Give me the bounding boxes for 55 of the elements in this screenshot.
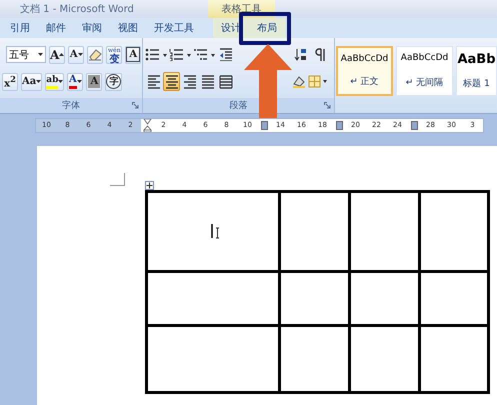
caret-icon	[78, 53, 83, 56]
column-marker-icon[interactable]	[410, 120, 418, 130]
toolbar-button[interactable]: ab	[45, 72, 64, 90]
window-title: 文档 1 - Microsoft Word	[20, 2, 135, 16]
ribbon-tab[interactable]: 开发工具	[146, 18, 202, 38]
font-size-field[interactable]: 五号	[6, 46, 46, 63]
align-button[interactable]	[163, 72, 180, 91]
bullet-list-icon[interactable]	[145, 48, 167, 61]
dialog-launcher-icon[interactable]	[324, 102, 331, 109]
table-cell	[351, 327, 421, 394]
toolbar-button[interactable]: A	[49, 46, 66, 64]
indent-marker-icon[interactable]	[142, 118, 152, 132]
numbered-list-icon[interactable]	[169, 48, 191, 61]
align-left-icon	[146, 74, 160, 88]
toolbar-button[interactable]	[87, 46, 104, 64]
style-gallery-item[interactable]: AaBbCcDd ↵ 无间隔	[396, 46, 453, 96]
borders-icon[interactable]	[308, 75, 328, 88]
toolbar-button[interactable]: A	[68, 46, 84, 64]
column-marker-icon[interactable]	[260, 120, 268, 130]
toolbar-button[interactable]: A	[67, 72, 84, 90]
toolbar-button[interactable]: x$^{2}$	[2, 72, 18, 90]
sort-icon[interactable]	[294, 48, 308, 61]
toolbar-button[interactable]: A	[86, 72, 102, 90]
align-right-icon	[182, 74, 196, 88]
caret-icon	[36, 80, 42, 83]
justify-icon	[200, 74, 214, 88]
dialog-launcher-icon[interactable]	[132, 102, 139, 109]
caret-icon	[58, 80, 64, 83]
style-gallery-item[interactable]: AaBbCcDd ↵ 正文	[336, 46, 393, 96]
table-move-handle-icon[interactable]	[145, 181, 154, 190]
toolbar-button[interactable]: Aa	[21, 72, 42, 90]
table-cell	[421, 327, 490, 394]
ribbon-tab[interactable]: 视图	[110, 18, 146, 38]
caret-icon	[76, 80, 82, 83]
style-gallery-item[interactable]: AaBb 标题 1	[456, 46, 497, 96]
toolbar-button[interactable]: A	[125, 46, 142, 64]
ribbon-tab[interactable]: 引用	[2, 18, 38, 38]
paragraph-mark-icon[interactable]	[312, 48, 326, 61]
table-cell	[281, 327, 351, 394]
column-marker-icon[interactable]	[336, 120, 342, 130]
toolbar-button[interactable]: 字	[105, 72, 122, 90]
ribbon-tab[interactable]: 审阅	[74, 18, 110, 38]
distributed-icon	[218, 74, 232, 88]
multilevel-list-icon[interactable]	[193, 48, 215, 61]
margin-corner-mark	[110, 173, 125, 186]
caret-icon	[59, 53, 64, 56]
caret-icon	[38, 53, 43, 56]
ribbon-tab[interactable]: 邮件	[38, 18, 74, 38]
shading-icon[interactable]	[292, 75, 306, 88]
decrease-indent-icon[interactable]	[218, 48, 232, 61]
align-center-icon	[164, 74, 178, 88]
group-label: 字体	[62, 100, 80, 112]
eraser-icon	[88, 48, 102, 61]
ribbon-tab[interactable]: 布局	[249, 18, 285, 38]
group-label: 段落	[230, 100, 248, 112]
